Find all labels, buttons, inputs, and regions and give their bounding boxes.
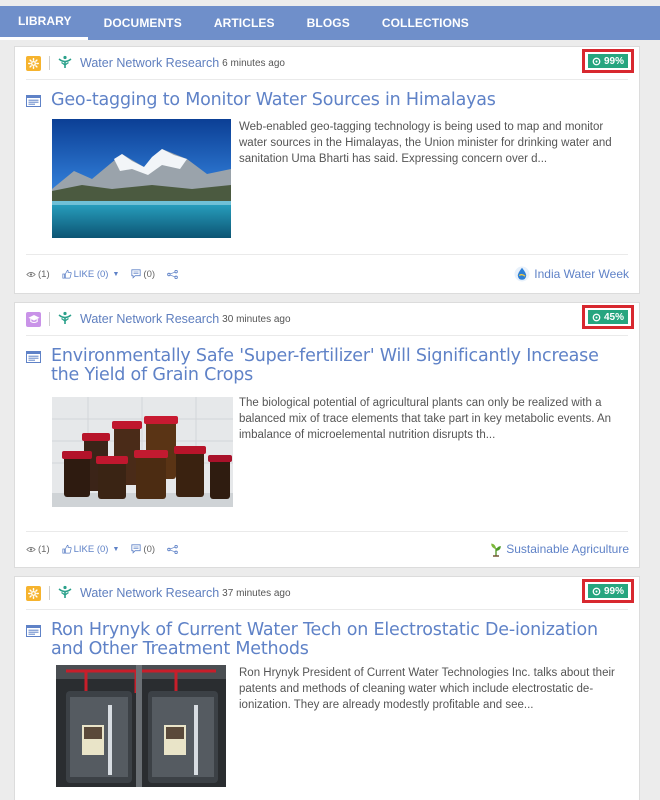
article-title[interactable]: Environmentally Safe 'Super-fertilizer' … [51, 347, 629, 385]
relevance-score: 45% [603, 311, 624, 323]
target-icon [592, 313, 601, 321]
eye-icon [26, 271, 36, 277]
tab-label: ARTICLES [213, 16, 275, 30]
divider [49, 312, 50, 326]
views-count: (1) [26, 269, 50, 280]
tab-articles[interactable]: ARTICLES [198, 6, 291, 40]
org-link[interactable]: Water Network Research [80, 312, 219, 326]
gear-icon [26, 55, 41, 71]
article-excerpt: Ron Hrynyk President of Current Water Te… [239, 667, 615, 711]
org-link[interactable]: Water Network Research [80, 586, 219, 600]
water-network-logo-icon[interactable] [58, 585, 72, 602]
divider [26, 254, 628, 255]
tab-library[interactable]: LIBRARY [0, 6, 88, 40]
comments-button[interactable]: (0) [131, 544, 155, 555]
article-excerpt: Web-enabled geo-tagging technology is be… [239, 121, 612, 165]
article-thumbnail[interactable] [56, 665, 226, 792]
document-icon [26, 625, 41, 637]
divider [26, 609, 628, 610]
tab-label: COLLECTIONS [381, 16, 469, 30]
relevance-score: 99% [603, 55, 624, 67]
divider [26, 335, 628, 336]
relevance-badge: 99% [581, 49, 634, 73]
topic-tag[interactable]: Sustainable Agriculture [490, 541, 629, 557]
share-button[interactable] [167, 544, 178, 554]
comments-button[interactable]: (0) [131, 269, 155, 280]
comments-value: (0) [143, 543, 156, 555]
divider [26, 531, 628, 532]
article-title[interactable]: Geo-tagging to Monitor Water Sources in … [51, 91, 496, 110]
top-nav: LIBRARY DOCUMENTS ARTICLES BLOGS COLLECT… [0, 6, 660, 40]
card-footer: (1) LIKE (0) ▼ (0) India Water Week [26, 266, 629, 282]
views-count: (1) [26, 544, 50, 555]
like-label: LIKE (0) [73, 268, 109, 280]
timestamp: 30 minutes ago [222, 313, 291, 325]
card-meta: Water Network Research 6 minutes ago [26, 53, 285, 73]
caret-down-icon[interactable]: ▼ [112, 546, 119, 553]
tab-blogs[interactable]: BLOGS [291, 6, 366, 40]
thumbs-up-icon [62, 269, 72, 279]
views-value: (1) [38, 543, 50, 555]
target-icon [592, 57, 601, 65]
graduation-cap-icon [26, 311, 41, 327]
comment-icon [131, 269, 142, 279]
views-value: (1) [38, 268, 50, 280]
article-excerpt: The biological potential of agricultural… [239, 397, 612, 441]
feed-card: Water Network Research 37 minutes ago 99… [14, 576, 640, 800]
topic-tag-label: India Water Week [534, 267, 629, 281]
tab-label: DOCUMENTS [103, 16, 182, 30]
tab-label: BLOGS [306, 16, 350, 30]
water-drop-icon [514, 266, 530, 282]
water-network-logo-icon[interactable] [58, 55, 72, 72]
document-icon [26, 95, 41, 107]
gear-icon [26, 585, 41, 601]
relevance-badge: 99% [581, 579, 634, 603]
comments-value: (0) [143, 268, 156, 280]
feed-card: Water Network Research 6 minutes ago 99%… [14, 46, 640, 294]
sprout-icon [491, 543, 502, 557]
thumbs-up-icon [62, 544, 72, 554]
topic-tag-label: Sustainable Agriculture [506, 542, 629, 556]
timestamp: 37 minutes ago [222, 587, 291, 599]
card-footer: (1) LIKE (0) ▼ (0) Sustainable Agricultu… [26, 541, 629, 557]
org-link[interactable]: Water Network Research [80, 56, 219, 70]
share-icon [167, 544, 178, 554]
article-title[interactable]: Ron Hrynyk of Current Water Tech on Elec… [51, 621, 629, 659]
comment-icon [131, 544, 142, 554]
share-icon [167, 269, 178, 279]
like-button[interactable]: LIKE (0) ▼ [62, 268, 119, 280]
like-button[interactable]: LIKE (0) ▼ [62, 543, 119, 555]
tab-documents[interactable]: DOCUMENTS [88, 6, 198, 40]
divider [49, 56, 50, 70]
topic-tag[interactable]: India Water Week [514, 266, 629, 282]
article-thumbnail[interactable] [52, 119, 231, 243]
relevance-badge: 45% [581, 305, 634, 329]
eye-icon [26, 546, 36, 552]
card-meta: Water Network Research 37 minutes ago [26, 583, 291, 603]
feed-card: Water Network Research 30 minutes ago 45… [14, 302, 640, 568]
relevance-score: 99% [603, 585, 624, 597]
tab-label: LIBRARY [18, 14, 72, 28]
tab-collections[interactable]: COLLECTIONS [366, 6, 485, 40]
share-button[interactable] [167, 269, 178, 279]
divider [26, 79, 628, 80]
water-network-logo-icon[interactable] [58, 311, 72, 328]
document-icon [26, 351, 41, 363]
target-icon [592, 587, 601, 595]
divider [49, 586, 50, 600]
article-thumbnail[interactable] [52, 397, 233, 512]
timestamp: 6 minutes ago [222, 57, 285, 69]
caret-down-icon[interactable]: ▼ [112, 271, 119, 278]
card-meta: Water Network Research 30 minutes ago [26, 309, 291, 329]
like-label: LIKE (0) [73, 543, 109, 555]
